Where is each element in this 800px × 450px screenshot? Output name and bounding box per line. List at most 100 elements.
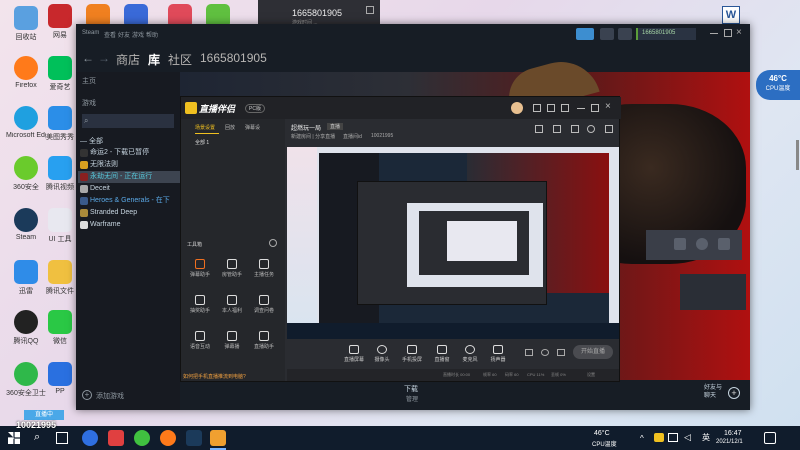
- forward-arrow-icon[interactable]: →: [98, 51, 110, 65]
- tool-admin[interactable]: 房管助手: [215, 259, 249, 278]
- preview-more-icon[interactable]: [605, 125, 613, 133]
- tool-broadcast[interactable]: 弹幕播: [215, 331, 249, 350]
- add-game-icon[interactable]: +: [82, 390, 92, 400]
- stat-settings[interactable]: 设置: [587, 372, 595, 378]
- input-language[interactable]: 英: [702, 432, 710, 443]
- windows-start-icon[interactable]: [8, 432, 20, 444]
- nav-username[interactable]: 1665801905: [200, 51, 267, 65]
- nav-community[interactable]: 社区: [168, 51, 192, 68]
- stream-close-icon[interactable]: ×: [605, 101, 611, 112]
- tool-danmaku[interactable]: 弹幕助手: [183, 259, 217, 278]
- taskbar-steam-icon[interactable]: [186, 430, 202, 446]
- taskbar-app-icon[interactable]: [108, 430, 124, 446]
- game-row-heroes-generals[interactable]: Heroes & Generals - 在下: [78, 195, 180, 207]
- clock-time[interactable]: 16:47: [724, 430, 742, 437]
- notification-icon[interactable]: [600, 28, 614, 40]
- preview-lock-icon[interactable]: [535, 125, 543, 133]
- iqiyi-icon[interactable]: 爱奇艺: [40, 56, 80, 92]
- tool-lottery[interactable]: 抽奖助手: [183, 295, 217, 314]
- tool-task[interactable]: 主播任务: [247, 259, 281, 278]
- btool-camera[interactable]: 摄像头: [367, 345, 397, 363]
- meitu-icon[interactable]: 美图秀秀: [40, 106, 80, 142]
- back-arrow-icon[interactable]: ←: [82, 51, 94, 65]
- tab-danmaku[interactable]: 弹幕设: [245, 124, 260, 131]
- stream-maximize-icon[interactable]: [591, 104, 599, 112]
- wechat-icon[interactable]: 微信: [40, 310, 80, 346]
- ui-tool-icon[interactable]: UI 工具: [40, 208, 80, 244]
- taskbar-edge-icon[interactable]: [82, 430, 98, 446]
- add-game-button[interactable]: 添加游戏: [96, 391, 124, 401]
- friends-chat-button[interactable]: 好友与 聊天: [704, 384, 722, 400]
- gear-icon[interactable]: [557, 349, 565, 356]
- clock-date[interactable]: 2021/12/1: [716, 439, 743, 445]
- game-row-ring-of-elysium[interactable]: 无限法则: [78, 159, 180, 171]
- library-search-input[interactable]: ⌕: [82, 114, 174, 128]
- folder-icon[interactable]: 腾讯文件: [40, 260, 80, 296]
- desktop-scrollbar[interactable]: [796, 140, 799, 170]
- tool-assistant[interactable]: 直播助手: [247, 331, 281, 350]
- word-doc-icon[interactable]: W: [722, 6, 740, 24]
- preview-layout-icon[interactable]: [553, 125, 561, 133]
- stream-settings-icon[interactable]: [561, 104, 569, 112]
- nav-library[interactable]: 库: [148, 51, 160, 68]
- settings-icon[interactable]: [674, 238, 686, 250]
- preview-bell-icon[interactable]: [587, 125, 595, 133]
- btool-screen[interactable]: 直播屏幕: [339, 345, 369, 363]
- game-row-stranded-deep[interactable]: Stranded Deep: [78, 207, 180, 219]
- search-icon[interactable]: ⌕: [34, 431, 40, 444]
- pp-icon[interactable]: PP: [40, 362, 80, 395]
- toolbox-more-icon[interactable]: [269, 239, 277, 247]
- scene-item[interactable]: 全部 1: [195, 139, 209, 146]
- game-row-deceit[interactable]: Deceit: [78, 183, 180, 195]
- downloads-button[interactable]: 下载: [404, 384, 418, 394]
- menu-steam[interactable]: Steam: [82, 30, 99, 36]
- netease-icon[interactable]: 网易: [40, 4, 80, 40]
- menu-view[interactable]: 查看: [104, 30, 116, 39]
- favorite-star-icon[interactable]: [718, 238, 730, 250]
- btool-speaker[interactable]: 扬声器: [483, 345, 513, 363]
- tool-voice[interactable]: 语音互动: [183, 331, 217, 350]
- info-icon[interactable]: [696, 238, 708, 250]
- taskbar-stream-icon[interactable]: [210, 430, 226, 446]
- start-live-button[interactable]: 开始直播: [573, 345, 613, 359]
- library-all-header[interactable]: — 全部: [80, 136, 103, 146]
- volume-icon[interactable]: ◁: [684, 432, 691, 443]
- btool-window[interactable]: 直播窗: [427, 345, 457, 363]
- tencent-video-icon[interactable]: 腾讯视频: [40, 156, 80, 192]
- game-row-warframe[interactable]: Warframe: [78, 219, 180, 231]
- stream-minimize-icon[interactable]: [577, 108, 585, 109]
- broadcast-icon[interactable]: [576, 28, 594, 40]
- library-games-filter[interactable]: 游戏: [82, 98, 96, 108]
- stream-share-icon[interactable]: [533, 104, 541, 112]
- library-home[interactable]: 主页: [82, 76, 96, 86]
- avatar[interactable]: [618, 28, 632, 40]
- tool-survey[interactable]: 调查问卷: [247, 295, 281, 314]
- beauty-icon[interactable]: [541, 349, 549, 356]
- game-row-naraka[interactable]: 永劫无间 - 正在运行: [78, 171, 180, 183]
- record-icon[interactable]: [525, 349, 533, 356]
- stream-avatar[interactable]: [511, 102, 523, 114]
- notification-center-icon[interactable]: [764, 432, 776, 444]
- menu-games[interactable]: 游戏: [132, 30, 144, 39]
- tray-cpu-temp[interactable]: 46°C: [594, 430, 610, 437]
- menu-help[interactable]: 帮助: [146, 30, 158, 39]
- overlay-maximize-icon[interactable]: [366, 6, 374, 14]
- game-row-destiny2[interactable]: 命运2 - 下载已暂停: [78, 147, 180, 159]
- stream-footer-hint[interactable]: 如何把手机直播推流到电脑?: [183, 373, 246, 380]
- btool-phone[interactable]: 手机投屏: [397, 345, 427, 363]
- task-view-icon[interactable]: [56, 432, 68, 444]
- close-icon[interactable]: ×: [736, 27, 742, 38]
- preview-rotate-icon[interactable]: [571, 125, 579, 133]
- taskbar-firefox-icon[interactable]: [160, 430, 176, 446]
- account-dropdown[interactable]: 1665801905: [636, 28, 696, 40]
- minimize-icon[interactable]: [710, 33, 718, 34]
- tray-app-icon[interactable]: [654, 433, 664, 442]
- tool-welfare[interactable]: 本人福利: [215, 295, 249, 314]
- maximize-icon[interactable]: [724, 29, 732, 37]
- tab-replay[interactable]: 回放: [225, 124, 235, 131]
- stream-skin-icon[interactable]: [547, 104, 555, 112]
- tab-scene[interactable]: 场景设置: [195, 124, 215, 131]
- nav-store[interactable]: 商店: [116, 51, 140, 68]
- cpu-temp-badge[interactable]: 46°C CPU温度: [756, 70, 800, 100]
- menu-friends[interactable]: 好友: [118, 30, 130, 39]
